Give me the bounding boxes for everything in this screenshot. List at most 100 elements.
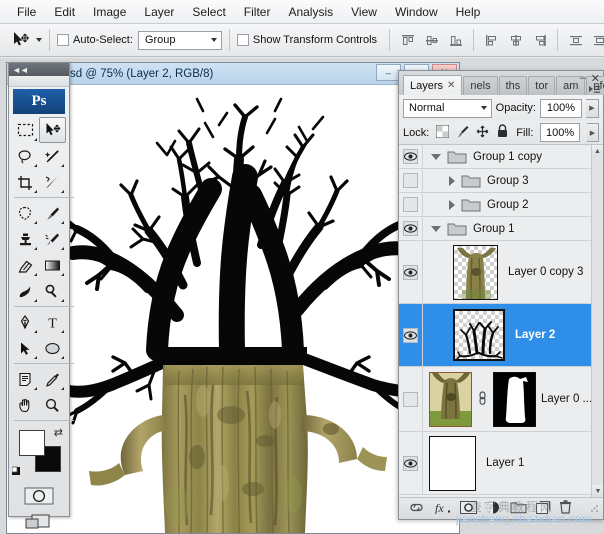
menu-view[interactable]: View (342, 2, 386, 22)
type-tool[interactable]: T (39, 309, 66, 335)
blend-mode-dropdown[interactable]: Normal (403, 99, 492, 118)
menu-select[interactable]: Select (183, 2, 234, 22)
disclosure-triangle-collapsed-icon[interactable] (449, 200, 455, 210)
disclosure-triangle-expanded-icon[interactable] (431, 226, 441, 232)
layer-row-group-1[interactable]: Group 1 (399, 217, 603, 241)
layer-row-layer-0[interactable]: Layer 0 ... (399, 367, 603, 432)
menu-filter[interactable]: Filter (235, 2, 280, 22)
visibility-toggle-layer-1[interactable] (399, 432, 423, 494)
panel-minimize-icon[interactable]: – (580, 72, 586, 85)
align-right-edges-icon[interactable] (529, 30, 550, 50)
layer-row-group-1-copy[interactable]: Group 1 copy (399, 145, 603, 169)
toolbar-collapse-handle[interactable]: ◄◄ (9, 63, 69, 76)
tab-navigator[interactable]: tor (528, 76, 555, 95)
menu-window[interactable]: Window (386, 2, 447, 22)
gradient-tool[interactable] (39, 252, 66, 278)
link-mask-icon[interactable] (477, 389, 488, 409)
layer-row-group-2[interactable]: Group 2 (399, 193, 603, 217)
link-layers-icon[interactable] (408, 502, 425, 516)
default-colors-icon[interactable] (12, 464, 26, 478)
clone-stamp-tool[interactable] (12, 226, 39, 252)
swap-colors-icon[interactable]: ⇄ (54, 426, 63, 439)
hand-tool[interactable] (12, 392, 39, 418)
document-title-bar[interactable]: n_tree_1.psd @ 75% (Layer 2, RGB/8) – □ … (7, 63, 459, 85)
lasso-tool[interactable] (12, 143, 39, 169)
tab-channels[interactable]: nels (463, 76, 497, 95)
lock-image-pixels-icon[interactable] (456, 125, 469, 141)
eyedropper-tool[interactable] (39, 366, 66, 392)
rectangular-marquee-tool[interactable] (12, 117, 39, 143)
disclosure-triangle-expanded-icon[interactable] (431, 154, 441, 160)
fill-slider-arrow-icon[interactable]: ▶ (587, 123, 599, 142)
panel-close-icon[interactable]: ✕ (591, 72, 600, 85)
slice-tool[interactable] (39, 169, 66, 195)
tab-layers[interactable]: Layers ✕ (403, 75, 462, 95)
fill-input[interactable]: 100% (540, 123, 579, 142)
scroll-down-arrow-icon[interactable]: ▼ (592, 485, 603, 497)
brush-tool[interactable] (39, 200, 66, 226)
distribute-vertical-centers-icon[interactable] (589, 30, 604, 50)
align-bottom-edges-icon[interactable] (445, 30, 466, 50)
align-left-edges-icon[interactable] (481, 30, 502, 50)
close-icon[interactable]: ✕ (447, 80, 455, 91)
align-top-edges-icon[interactable] (397, 30, 418, 50)
distribute-top-edges-icon[interactable] (565, 30, 586, 50)
move-tool-icon[interactable] (6, 29, 36, 51)
tool-preset-chevron-down-icon[interactable] (36, 38, 42, 42)
visibility-toggle-group-1[interactable] (399, 217, 423, 240)
visibility-toggle-group-3[interactable] (399, 169, 423, 192)
layer-thumbnail-tree-photo[interactable] (429, 372, 472, 427)
crop-tool[interactable] (12, 169, 39, 195)
layers-list[interactable]: Group 1 copy Group 3 (399, 145, 603, 497)
opacity-input[interactable]: 100% (540, 99, 582, 118)
eraser-tool[interactable] (12, 252, 39, 278)
dodge-tool[interactable] (39, 278, 66, 304)
screen-mode-button[interactable] (9, 508, 69, 534)
new-adjustment-layer-icon[interactable] (486, 501, 501, 517)
lock-all-icon[interactable] (496, 124, 509, 141)
new-layer-icon[interactable] (536, 501, 550, 517)
history-brush-tool[interactable] (39, 226, 66, 252)
healing-brush-tool[interactable] (12, 200, 39, 226)
pen-tool[interactable] (12, 309, 39, 335)
path-selection-tool[interactable] (12, 335, 39, 361)
menu-file[interactable]: File (8, 2, 45, 22)
notes-tool[interactable] (12, 366, 39, 392)
visibility-toggle-layer-0[interactable] (399, 367, 423, 431)
auto-select-checkbox[interactable] (57, 34, 69, 46)
scroll-up-arrow-icon[interactable]: ▲ (592, 145, 603, 157)
opacity-slider-arrow-icon[interactable]: ▶ (586, 99, 599, 118)
foreground-color-swatch[interactable] (19, 430, 45, 456)
layers-scrollbar[interactable]: ▲ ▼ (591, 145, 603, 497)
layer-row-layer-2[interactable]: Layer 2 (399, 304, 603, 367)
lock-transparent-pixels-icon[interactable] (436, 125, 449, 141)
visibility-toggle-group-2[interactable] (399, 193, 423, 216)
toolbar-drag-bar[interactable] (9, 76, 69, 87)
visibility-toggle-group-1-copy[interactable] (399, 145, 423, 168)
show-transform-controls-checkbox[interactable] (237, 34, 249, 46)
align-vertical-centers-icon[interactable] (421, 30, 442, 50)
layer-row-group-3[interactable]: Group 3 (399, 169, 603, 193)
layer-mask-thumbnail[interactable] (493, 372, 536, 427)
menu-layer[interactable]: Layer (135, 2, 183, 22)
menu-analysis[interactable]: Analysis (279, 2, 342, 22)
menu-edit[interactable]: Edit (45, 2, 84, 22)
new-group-icon[interactable] (510, 501, 527, 517)
menu-image[interactable]: Image (84, 2, 135, 22)
lock-position-icon[interactable] (476, 125, 489, 141)
move-tool[interactable] (39, 117, 66, 143)
add-layer-mask-icon[interactable] (460, 501, 477, 517)
quick-mask-mode-button[interactable] (9, 484, 69, 508)
blur-tool[interactable] (12, 278, 39, 304)
layer-style-fx-icon[interactable]: fx (434, 501, 451, 517)
auto-select-dropdown[interactable]: Group (138, 31, 222, 50)
layer-row-layer-1[interactable]: Layer 1 (399, 432, 603, 495)
zoom-tool[interactable] (39, 392, 66, 418)
delete-layer-icon[interactable] (559, 500, 572, 517)
disclosure-triangle-collapsed-icon[interactable] (449, 176, 455, 186)
layer-row-layer-0-copy-3[interactable]: Layer 0 copy 3 (399, 241, 603, 304)
visibility-toggle-layer-2[interactable] (399, 304, 423, 366)
align-horizontal-centers-icon[interactable] (505, 30, 526, 50)
layer-thumbnail-tree-trunk[interactable] (453, 245, 498, 300)
tab-paths[interactable]: ths (499, 76, 528, 95)
